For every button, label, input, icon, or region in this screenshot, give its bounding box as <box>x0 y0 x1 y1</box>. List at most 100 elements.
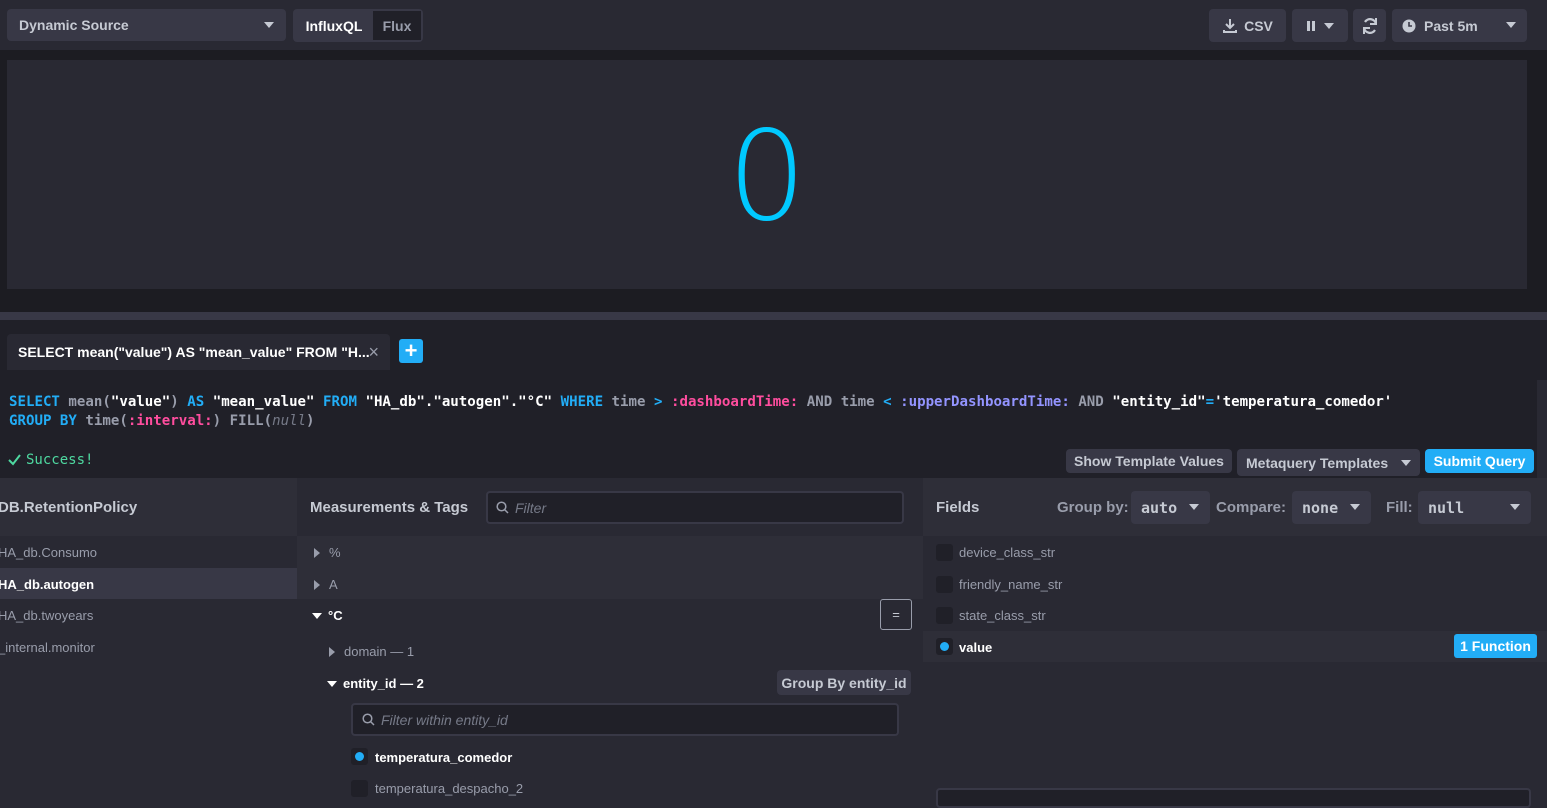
query-token: :upperDashboardTime: <box>900 394 1079 410</box>
source-label: Dynamic Source <box>19 17 129 33</box>
query-tab[interactable]: SELECT mean("value") AS "mean_value" FRO… <box>7 334 390 370</box>
functions-filter-input[interactable] <box>936 788 1531 808</box>
field-item[interactable]: value <box>959 640 992 655</box>
db-item[interactable]: HA_db.twoyears <box>0 608 93 623</box>
field-checkbox[interactable] <box>936 576 953 593</box>
tag-key-label: domain — 1 <box>344 644 415 659</box>
csv-label: CSV <box>1244 17 1273 34</box>
submit-query-button[interactable]: Submit Query <box>1425 449 1534 473</box>
equals-label: = <box>892 607 900 622</box>
source-dropdown[interactable]: Dynamic Source <box>7 9 286 41</box>
measurements-title: Measurements & Tags <box>310 499 469 516</box>
query-token: ) <box>306 413 315 429</box>
time-range-dropdown[interactable]: Past 5m <box>1392 9 1527 42</box>
pause-dropdown[interactable] <box>1292 9 1348 42</box>
caret-down-icon <box>327 680 337 687</box>
equals-toggle-button[interactable]: = <box>880 599 912 630</box>
filter-placeholder: Filter <box>515 499 547 516</box>
resize-divider[interactable] <box>0 312 1547 320</box>
db-item[interactable]: _internal.monitor <box>0 640 95 655</box>
fill-label: Fill: <box>1386 499 1413 516</box>
measurement-item[interactable]: % <box>314 545 341 560</box>
tag-key-item-expanded[interactable]: entity_id — 2 <box>327 676 424 691</box>
tab-flux[interactable]: Flux <box>373 11 421 40</box>
language-toggle: InfluxQL Flux <box>293 9 423 42</box>
db-item[interactable]: HA_db.autogen <box>0 577 94 592</box>
query-token: "mean_value" <box>212 394 324 410</box>
group-by-tag-button[interactable]: Group By entity_id <box>777 670 911 695</box>
tag-filter-input[interactable]: Filter within entity_id <box>351 703 899 736</box>
field-checkbox[interactable] <box>936 544 953 561</box>
field-item[interactable]: state_class_str <box>959 608 1046 623</box>
query-status: Success! <box>8 452 93 468</box>
group-by-tag-label: Group By entity_id <box>781 674 907 691</box>
tag-value-item[interactable]: temperatura_comedor <box>375 750 512 765</box>
group-by-value: auto <box>1141 498 1178 517</box>
measurement-label: A <box>329 577 338 592</box>
checkmark-icon <box>8 454 21 466</box>
tag-key-item[interactable]: domain — 1 <box>329 644 414 659</box>
chevron-down-icon <box>264 22 274 28</box>
query-token: 'temperatura_comedor' <box>1214 394 1393 410</box>
group-by-label: Group by: <box>1057 499 1129 516</box>
query-token: AS <box>187 394 213 410</box>
measurement-item-expanded[interactable]: °C <box>312 608 343 623</box>
caret-right-icon <box>329 646 335 657</box>
metaquery-templates-dropdown[interactable]: Metaquery Templates <box>1237 449 1420 476</box>
compare-dropdown[interactable]: none <box>1292 491 1371 524</box>
group-by-dropdown[interactable]: auto <box>1131 491 1210 524</box>
measurement-label: °C <box>328 608 343 623</box>
clock-icon <box>1402 19 1416 32</box>
query-token: AND <box>806 394 841 410</box>
fill-value: null <box>1428 498 1465 517</box>
tag-value-checkbox[interactable] <box>351 780 368 797</box>
query-token: FROM <box>323 394 366 410</box>
tag-value-item[interactable]: temperatura_despacho_2 <box>375 781 523 796</box>
refresh-button[interactable] <box>1353 9 1386 42</box>
query-line-2[interactable]: GROUP BY time(:interval:) FILL(null) <box>9 413 315 429</box>
plus-icon: + <box>404 338 418 363</box>
field-item[interactable]: friendly_name_str <box>959 577 1062 592</box>
show-template-values-button[interactable]: Show Template Values <box>1066 449 1232 473</box>
query-token: time( <box>85 413 128 429</box>
single-stat-value: 0 <box>727 105 807 249</box>
tab-influxql[interactable]: InfluxQL <box>295 11 373 40</box>
chevron-down-icon <box>1506 22 1516 28</box>
measurements-filter-input[interactable]: Filter <box>486 491 904 524</box>
tag-key-label: entity_id — 2 <box>343 676 424 691</box>
query-token: ) <box>170 394 188 410</box>
submit-query-label: Submit Query <box>1433 453 1526 469</box>
query-token: mean( <box>68 394 111 410</box>
add-query-button[interactable]: + <box>399 339 423 363</box>
close-icon[interactable]: × <box>368 342 379 363</box>
query-token: "value" <box>110 394 171 410</box>
fill-dropdown[interactable]: null <box>1418 491 1531 524</box>
chevron-down-icon <box>1324 22 1334 29</box>
refresh-icon <box>1362 17 1377 34</box>
query-token: < <box>883 394 901 410</box>
query-token: ) <box>212 413 230 429</box>
query-token: = <box>1205 394 1215 410</box>
pause-icon <box>1307 20 1315 31</box>
field-checkbox[interactable] <box>936 607 953 624</box>
chevron-down-icon <box>1350 504 1360 510</box>
search-icon <box>362 713 375 726</box>
search-icon <box>496 501 509 514</box>
metaquery-templates-label: Metaquery Templates <box>1246 454 1389 471</box>
function-badge-button[interactable]: 1 Function <box>1454 634 1537 658</box>
query-line-1[interactable]: SELECT mean("value") AS "mean_value" FRO… <box>9 394 1392 410</box>
caret-right-icon <box>314 547 320 558</box>
query-token: "HA_db"."autogen"."°C" <box>365 394 561 410</box>
compare-value: none <box>1302 498 1339 517</box>
tag-filter-placeholder: Filter within entity_id <box>381 711 508 728</box>
field-item[interactable]: device_class_str <box>959 545 1055 560</box>
query-token: null <box>272 413 307 429</box>
measurement-item[interactable]: A <box>314 577 338 592</box>
csv-download-button[interactable]: CSV <box>1209 9 1286 42</box>
db-item[interactable]: HA_db.Consumo <box>0 545 97 560</box>
status-text: Success! <box>26 452 94 468</box>
caret-right-icon <box>314 579 320 590</box>
tag-value-radio-selected[interactable] <box>351 748 368 765</box>
single-stat-panel: 0 <box>7 60 1527 289</box>
field-checkbox-selected[interactable] <box>936 638 953 655</box>
